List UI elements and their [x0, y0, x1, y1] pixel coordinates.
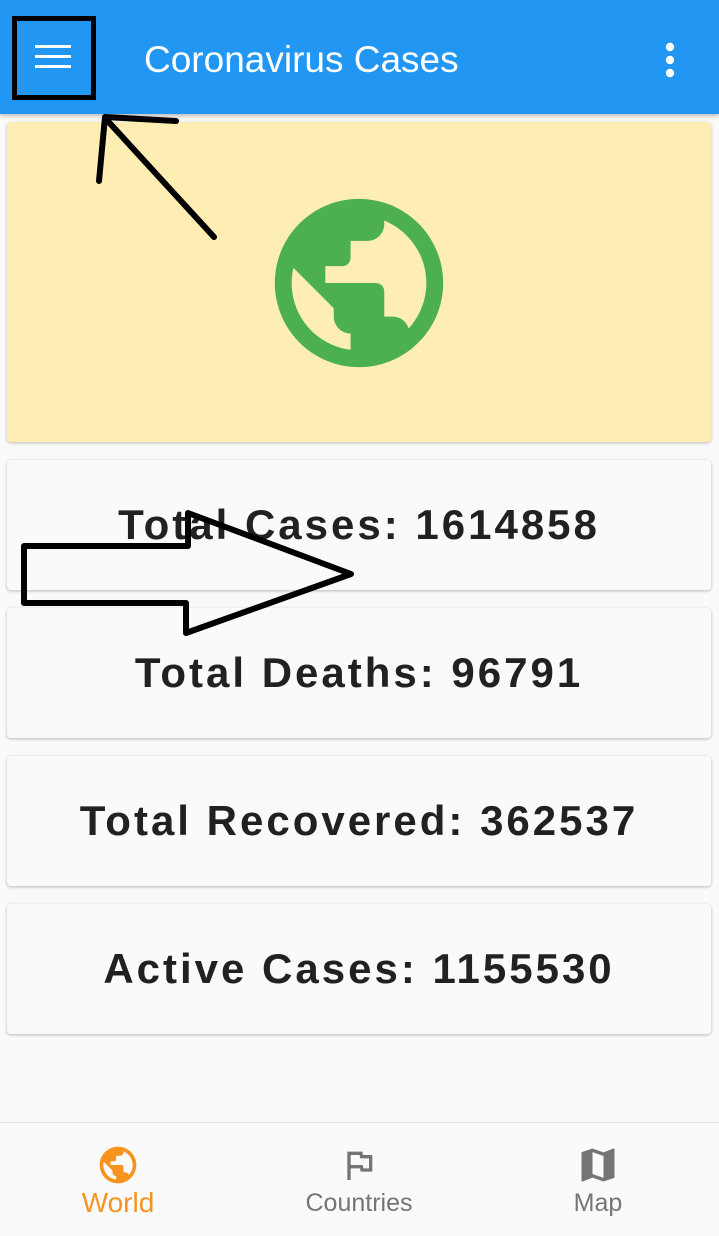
app-bar: Coronavirus Cases	[0, 0, 719, 114]
app-title: Coronavirus Cases	[144, 39, 459, 80]
more-options-button[interactable]	[648, 34, 692, 86]
nav-label-countries: Countries	[305, 1189, 413, 1217]
nav-label-map: Map	[573, 1189, 623, 1217]
nav-label-world: World	[81, 1187, 155, 1218]
total-recovered-card: Total Recovered: 362537	[7, 756, 711, 886]
nav-item-countries[interactable]: Countries	[259, 1123, 459, 1236]
active-cases-card: Active Cases: 1155530	[7, 904, 711, 1034]
more-vert-icon	[665, 42, 675, 78]
globe-icon	[274, 198, 444, 368]
globe-icon	[99, 1146, 137, 1184]
nav-item-map[interactable]: Map	[498, 1123, 698, 1236]
menu-button[interactable]	[12, 16, 96, 100]
total-deaths-card: Total Deaths: 96791	[7, 608, 711, 738]
hero-card	[7, 122, 711, 442]
total-recovered-text: Total Recovered: 362537	[79, 797, 639, 844]
map-icon	[581, 1148, 615, 1182]
total-cases-card: Total Cases: 1614858	[7, 460, 711, 590]
flag-icon	[347, 1151, 373, 1180]
menu-icon	[35, 45, 71, 68]
active-cases-text: Active Cases: 1155530	[103, 945, 615, 992]
total-deaths-text: Total Deaths: 96791	[134, 649, 584, 696]
bottom-navigation: World Countries Map	[0, 1122, 719, 1236]
total-cases-text: Total Cases: 1614858	[118, 501, 600, 548]
nav-item-world[interactable]: World	[18, 1123, 218, 1236]
